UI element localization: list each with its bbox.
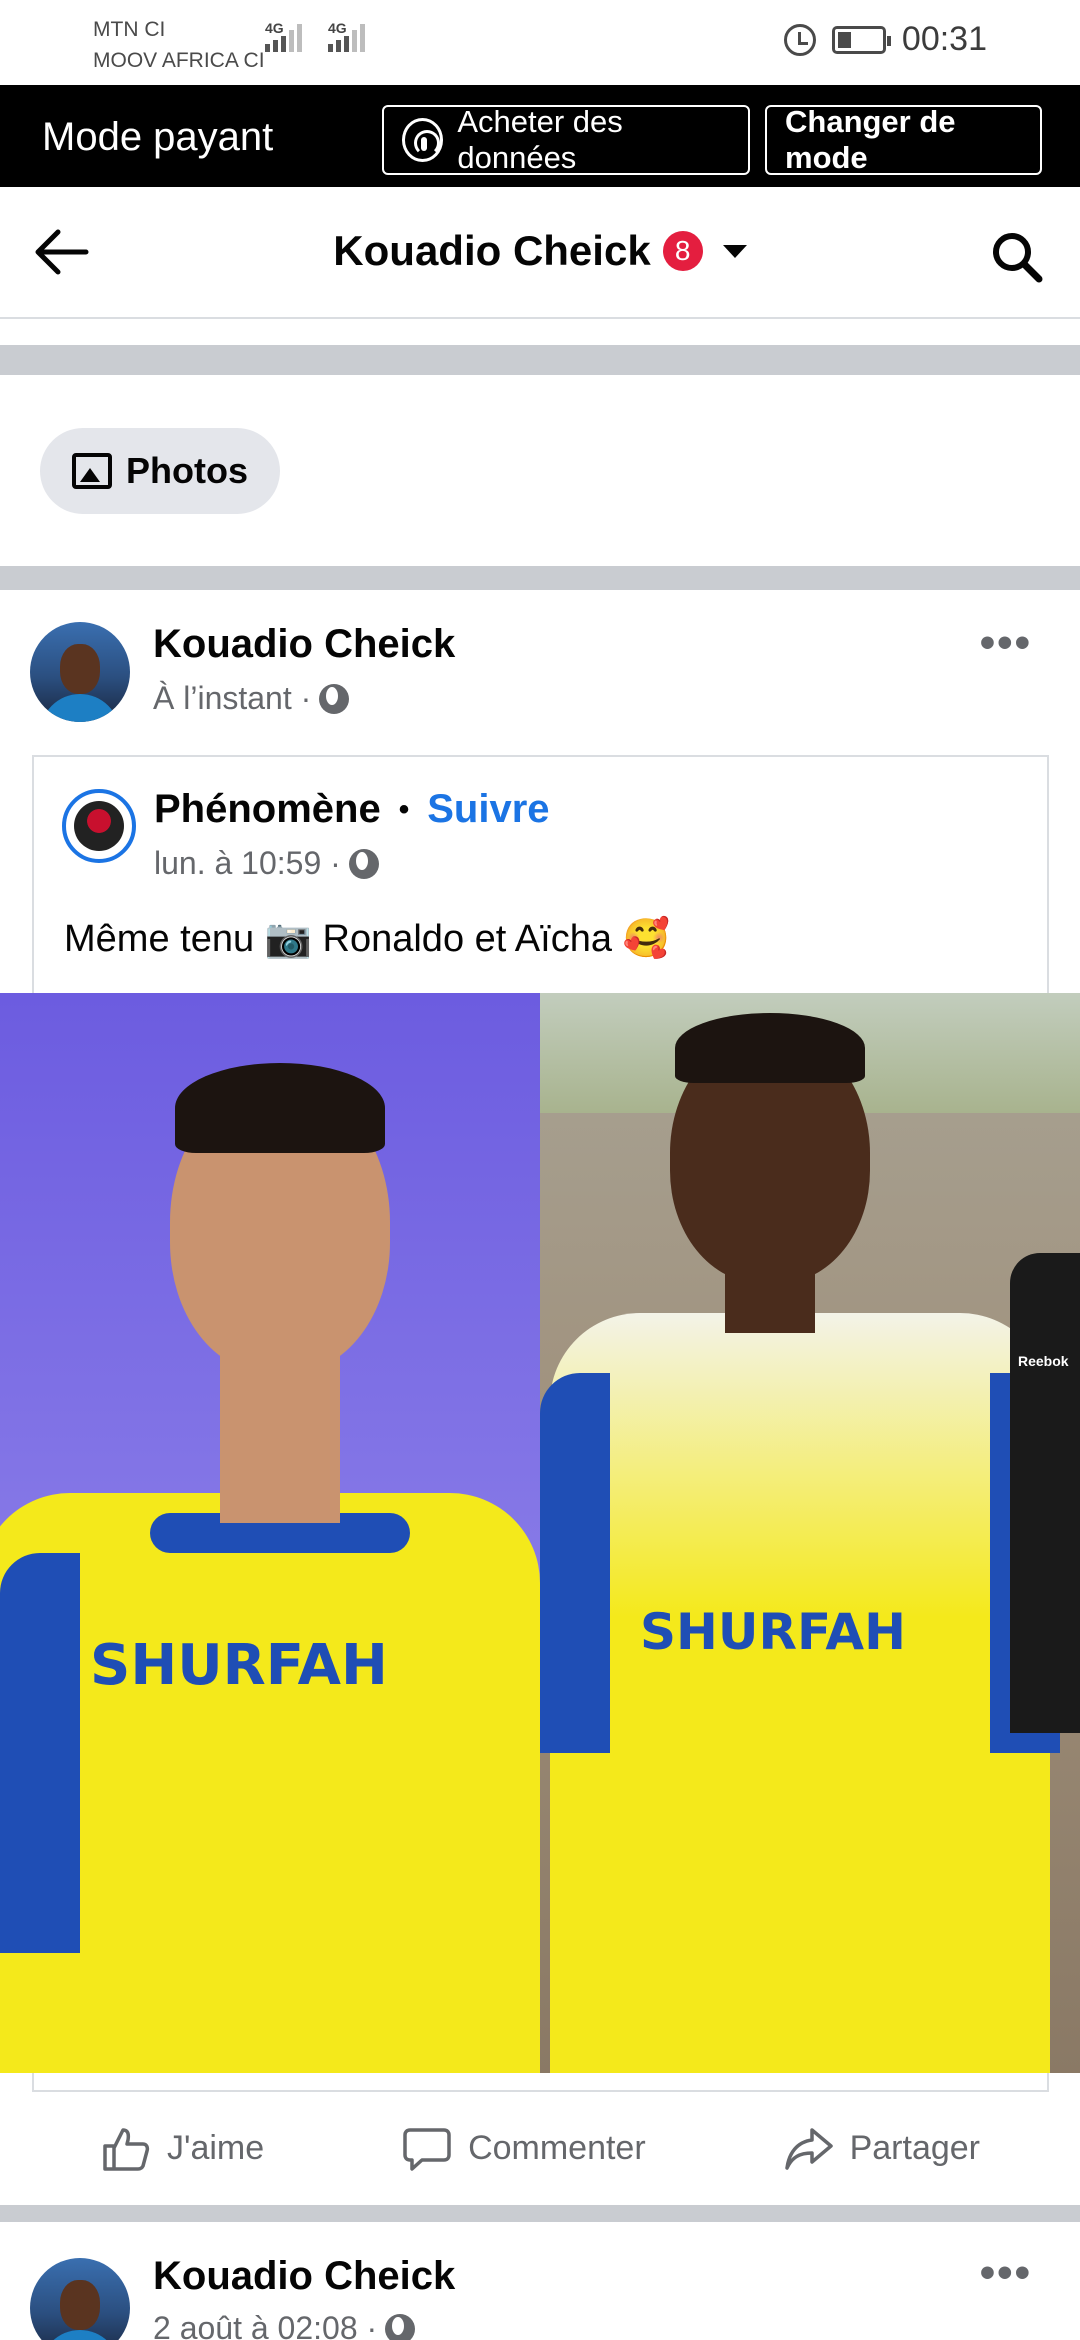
comment-icon xyxy=(403,2127,451,2171)
podcast-icon xyxy=(402,118,444,162)
post-meta: À l’instant · xyxy=(153,680,350,717)
profile-header: Kouadio Cheick 8 xyxy=(0,187,1080,319)
more-options-icon[interactable]: ••• xyxy=(980,618,1032,668)
post-author[interactable]: Kouadio Cheick xyxy=(153,622,455,667)
chevron-down-icon xyxy=(722,244,747,258)
photo-left-panel: SHURFAH xyxy=(0,993,540,2073)
section-divider xyxy=(0,345,1080,375)
like-label: J'aime xyxy=(166,2129,265,2167)
comment-label: Commenter xyxy=(468,2129,646,2167)
photos-label: Photos xyxy=(126,450,248,491)
carrier-1: MTN CI xyxy=(93,18,166,41)
author-avatar[interactable] xyxy=(30,622,130,722)
battery-icon xyxy=(831,25,891,54)
section-divider xyxy=(0,566,1080,590)
post-time: 2 août à 02:08 · xyxy=(153,2310,378,2340)
share-icon xyxy=(784,2127,833,2170)
post-photo[interactable]: SHURFAH SHURFAH Reebok xyxy=(0,993,1080,2073)
post-time: À l’instant · xyxy=(153,680,312,716)
data-mode-bar: Mode payant Acheter des données Changer … xyxy=(0,85,1080,187)
shared-author[interactable]: Phénomène xyxy=(154,787,381,832)
signal-2-icon: 4G xyxy=(328,20,365,52)
clock: 00:31 xyxy=(901,20,987,58)
comment-button[interactable]: Commenter xyxy=(402,2126,646,2172)
shared-author-row: Phénomène • Suivre xyxy=(154,787,550,832)
post-meta: 2 août à 02:08 · xyxy=(153,2310,416,2340)
change-mode-button[interactable]: Changer de mode xyxy=(765,104,1042,175)
carrier-names: MTN CI MOOV AFRICA CI xyxy=(93,14,265,76)
share-button[interactable]: Partager xyxy=(784,2126,980,2172)
status-right: 00:31 xyxy=(783,20,987,59)
shared-page-avatar[interactable] xyxy=(62,789,136,863)
signal-1-icon: 4G xyxy=(265,20,302,52)
buy-data-label: Acheter des données xyxy=(457,104,623,175)
thumbs-up-icon xyxy=(103,2127,150,2171)
left-sponsor: SHURFAH xyxy=(90,1633,388,1698)
status-bar: MTN CI MOOV AFRICA CI 4G 4G 00:31 xyxy=(0,0,1080,85)
share-label: Partager xyxy=(849,2129,980,2167)
profile-switcher[interactable]: Kouadio Cheick 8 xyxy=(0,227,1080,275)
page-title: Kouadio Cheick xyxy=(333,227,651,274)
post-text: Même tenu 📷 Ronaldo et Aïcha 🥰 xyxy=(64,918,670,960)
author-avatar[interactable] xyxy=(30,2258,130,2340)
post-author[interactable]: Kouadio Cheick xyxy=(153,2254,455,2299)
separator: • xyxy=(398,792,410,826)
post-actions: J'aime Commenter Partager xyxy=(32,2090,1049,2205)
mode-title: Mode payant xyxy=(42,115,274,159)
follow-button[interactable]: Suivre xyxy=(427,787,549,832)
globe-icon xyxy=(319,683,350,714)
shared-time: lun. à 10:59 · xyxy=(154,845,341,881)
photos-icon xyxy=(72,453,112,489)
notification-badge: 8 xyxy=(662,231,703,271)
buy-data-button[interactable]: Acheter des données xyxy=(382,104,750,175)
next-post: Kouadio Cheick 2 août à 02:08 · ••• xyxy=(0,2222,1080,2340)
globe-icon xyxy=(385,2313,416,2340)
carrier-2: MOOV AFRICA CI xyxy=(93,49,265,72)
search-icon[interactable] xyxy=(989,229,1045,285)
globe-icon xyxy=(348,848,379,879)
change-mode-label: Changer de mode xyxy=(785,104,956,175)
photo-right-panel: SHURFAH Reebok xyxy=(540,993,1080,2073)
alarm-icon xyxy=(783,23,816,56)
shared-meta: lun. à 10:59 · xyxy=(154,845,379,882)
section-divider xyxy=(0,2205,1080,2223)
more-options-icon[interactable]: ••• xyxy=(980,2248,1032,2298)
right-sponsor: SHURFAH xyxy=(640,1603,906,1661)
background-shirt-brand: Reebok xyxy=(1018,1353,1069,1369)
like-button[interactable]: J'aime xyxy=(101,2126,264,2172)
photos-button[interactable]: Photos xyxy=(40,428,280,514)
